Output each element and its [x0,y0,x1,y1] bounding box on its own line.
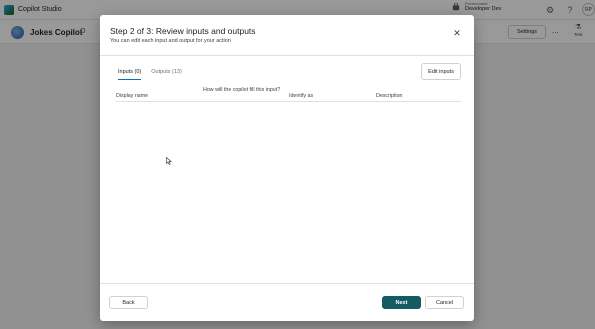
tab-list: Inputs (0) Outputs (13) [118,68,192,82]
review-inputs-outputs-dialog: Step 2 of 3: Review inputs and outputs Y… [100,15,474,321]
column-fill-method: How will the copilot fill this input? [203,87,281,93]
inputs-table-header: Display name How will the copilot fill t… [116,87,461,102]
close-icon[interactable]: ✕ [452,28,462,38]
column-identify-as: Identify as [289,93,314,99]
cancel-button[interactable]: Cancel [425,296,464,309]
next-button[interactable]: Next [382,296,421,309]
tab-outputs[interactable]: Outputs (13) [151,68,182,80]
back-button[interactable]: Back [109,296,148,309]
tab-inputs[interactable]: Inputs (0) [118,68,142,80]
dialog-subtitle: You can edit each input and output for y… [110,38,231,44]
column-display-name: Display name [116,93,149,99]
edit-inputs-button[interactable]: Edit inputs [421,63,461,80]
dialog-title: Step 2 of 3: Review inputs and outputs [110,26,256,36]
cursor-icon [166,157,173,165]
column-description: Description [376,93,403,99]
header-divider [100,55,474,56]
footer-divider [100,283,474,284]
